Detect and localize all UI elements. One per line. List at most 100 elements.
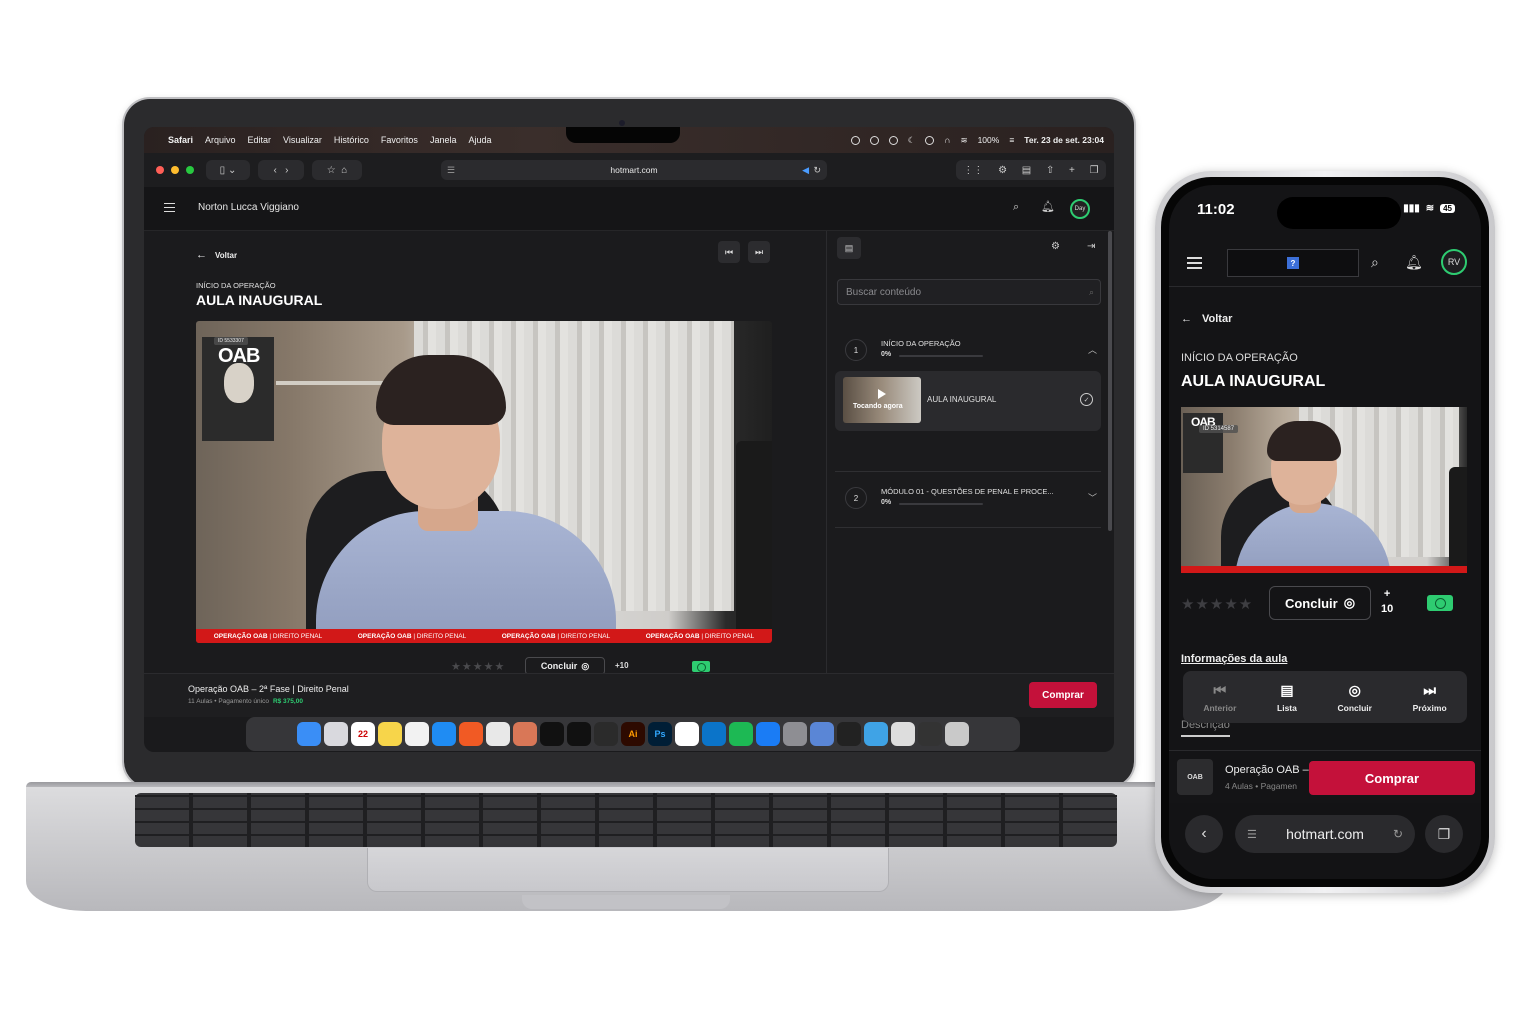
dock-ps-icon[interactable]: Ps [648,722,672,746]
chevron-up-icon[interactable]: ︿ [1088,343,1097,356]
menu-visualizar[interactable]: Visualizar [283,135,322,145]
tray-sync-icon[interactable] [888,135,898,145]
module-item[interactable]: 1 INÍCIO DA OPERAÇÃO 0% ︿ [837,339,1101,367]
browser-back-button[interactable]: ‹ [1185,815,1223,853]
page-menu-icon[interactable]: ☰ [447,165,455,176]
chevron-down-icon[interactable]: ﹀ [1088,491,1097,504]
zoom-window-button[interactable] [186,166,194,174]
dock-settings-icon[interactable] [783,722,807,746]
menu-favoritos[interactable]: Favoritos [381,135,418,145]
dock-app-store-icon[interactable] [756,722,780,746]
extensions-icon[interactable]: ⋮⋮ [963,165,983,176]
back-button[interactable]: ← Voltar [1181,313,1232,325]
content-list-button[interactable]: ▤ [837,237,861,259]
concluir-button[interactable]: Concluir ◎ [1269,586,1371,620]
dock-finder-icon[interactable] [297,722,321,746]
dock-ai-icon[interactable]: Ai [621,722,645,746]
previous-button[interactable]: ⏮ Anterior [1203,682,1236,713]
check-circle-icon[interactable]: ✓ [1080,393,1093,406]
video-player[interactable]: ID 5533307 OAB OPERAÇÃO OAB | DIREITO PE… [196,321,772,643]
menu-arquivo[interactable]: Arquivo [205,135,236,145]
tray-control-icon[interactable] [925,135,935,145]
complete-button[interactable]: ◎ Concluir [1338,682,1372,713]
dock-notes-icon[interactable] [378,722,402,746]
speaker-icon[interactable]: ◀ [802,165,809,176]
moon-icon[interactable]: ☾ [908,135,916,146]
next-button[interactable]: ⏭ Próximo [1413,682,1447,713]
dock-iphone-icon[interactable] [837,722,861,746]
gear-icon[interactable]: ⚙ [1051,241,1060,252]
menu-historico[interactable]: Histórico [334,135,369,145]
search-icon[interactable]: ⌕ [1013,201,1019,214]
tab-overview-icon[interactable]: ❐ [1090,165,1099,176]
dock-screens-icon[interactable] [918,722,942,746]
previous-lesson-button[interactable]: ⏮ [718,241,740,263]
menu-editar[interactable]: Editar [248,135,272,145]
back-button[interactable]: ← Voltar [196,249,237,261]
dock-claude-icon[interactable] [513,722,537,746]
control-center-icon[interactable]: ≡ [1009,135,1014,145]
dock-vs-code-icon[interactable] [702,722,726,746]
minimize-window-button[interactable] [171,166,179,174]
menu-ajuda[interactable]: Ajuda [468,135,491,145]
address-bar[interactable]: ☰ hotmart.com ↻ [1235,815,1415,853]
dock-figma-icon[interactable] [594,722,618,746]
content-search-input[interactable]: Buscar conteúdo ⌕ [837,279,1101,305]
battery-text[interactable]: 100% [978,135,1000,145]
tray-app-icon[interactable] [850,135,860,145]
avatar[interactable]: Day [1070,199,1090,219]
dock-reminders-icon[interactable] [405,722,429,746]
tab-overview-button[interactable]: ❐ [1425,815,1463,853]
menu-burger-icon[interactable] [1187,257,1202,269]
bell-icon[interactable]: 🔔︎ [1405,254,1423,271]
wifi-icon[interactable]: ≋ [960,135,967,146]
share-icon[interactable]: ⇧ [1046,165,1054,176]
collapse-panel-icon[interactable]: ⇥ [1087,241,1095,252]
list-button[interactable]: ▤ Lista [1277,682,1297,713]
dock-safari-icon[interactable] [432,722,456,746]
dock-notion-icon[interactable] [675,722,699,746]
buy-button[interactable]: Comprar [1029,682,1097,708]
dock-launchpad-icon[interactable] [324,722,348,746]
lesson-info-tab[interactable]: Informações da aula [1181,653,1287,665]
dock-chatgpt-icon[interactable] [486,722,510,746]
dock-spotify-icon[interactable] [729,722,753,746]
dock-notion-ai-icon[interactable] [540,722,564,746]
dock-capcut-icon[interactable] [567,722,591,746]
menubar-datetime[interactable]: Ter. 23 de set. 23:04 [1024,135,1104,145]
lesson-item-active[interactable]: Tocando agora AULA INAUGURAL ✓ [835,371,1101,431]
video-player[interactable]: OAB ID 5314587 [1181,407,1467,573]
menu-safari[interactable]: Safari [168,135,193,145]
dock-folder-icon[interactable] [864,722,888,746]
reload-icon[interactable]: ↻ [813,165,821,176]
print-icon[interactable]: ▤ [1022,165,1031,176]
rating-stars[interactable]: ★★★★★ [1181,595,1253,613]
search-icon[interactable]: ⌕ [1371,254,1379,271]
address-bar[interactable]: ☰ hotmart.com ◀ ↻ [441,160,827,180]
dock-preview-icon[interactable] [810,722,834,746]
brand-logo[interactable]: ? [1227,249,1359,277]
dock-docs-icon[interactable] [891,722,915,746]
settings-extension-icon[interactable]: ⚙ [998,165,1007,176]
tray-shield-icon[interactable] [869,135,879,145]
sidebar-scrollbar[interactable] [1108,231,1112,531]
rating-stars[interactable]: ★★★★★ [451,660,505,673]
headphones-icon[interactable]: ∩ [944,135,950,145]
avatar[interactable]: RV [1441,249,1467,275]
new-tab-icon[interactable]: + [1069,165,1075,176]
page-menu-icon[interactable]: ☰ [1247,828,1257,841]
dock-trash-icon[interactable] [945,722,969,746]
buy-button[interactable]: Comprar [1309,761,1475,795]
sidebar-toggle-button[interactable]: ▯ ⌄ [206,160,250,180]
bell-icon[interactable]: 🔔︎ [1041,200,1055,213]
menu-janela[interactable]: Janela [430,135,457,145]
module-item[interactable]: 2 MÓDULO 01 - QUESTÕES DE PENAL E PROCE.… [837,487,1101,515]
close-window-button[interactable] [156,166,164,174]
menu-burger-icon[interactable] [164,203,175,212]
history-nav-button[interactable]: ‹ › [258,160,304,180]
favorites-home-button[interactable]: ☆ ⌂ [312,160,362,180]
dock-brave-icon[interactable] [459,722,483,746]
dock-22-icon[interactable]: 22 [351,722,375,746]
reload-icon[interactable]: ↻ [1393,827,1403,841]
next-lesson-button[interactable]: ⏭ [748,241,770,263]
